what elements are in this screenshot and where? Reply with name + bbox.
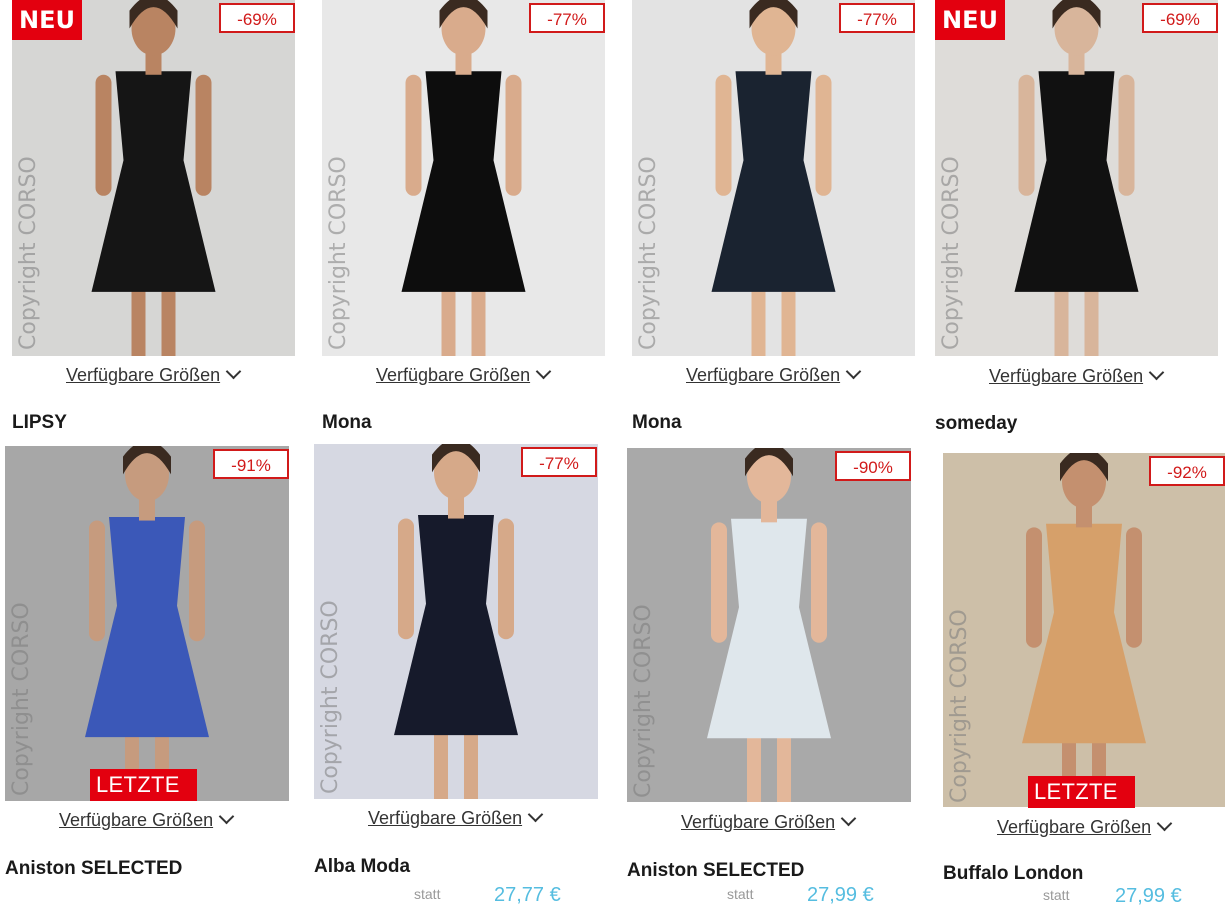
brand-name[interactable]: LIPSY <box>12 412 67 434</box>
chevron-down-icon <box>1148 364 1165 381</box>
chevron-down-icon <box>535 363 552 380</box>
product-image[interactable] <box>943 453 1225 807</box>
product-photo-illustration <box>943 453 1225 807</box>
available-sizes-toggle[interactable]: Verfügbare Größen <box>368 806 544 829</box>
discount-badge: -77% <box>521 447 597 477</box>
copyright-watermark: Copyright CORSO <box>939 156 964 350</box>
product-photo-illustration <box>322 0 605 356</box>
copyright-watermark: Copyright CORSO <box>318 600 343 794</box>
discount-badge: -77% <box>529 3 605 33</box>
product-photo-illustration <box>314 444 598 799</box>
last-chance-badge: LETZTE CHANCE <box>1028 776 1135 836</box>
old-price-label: statt <box>1043 887 1070 903</box>
available-sizes-label: Verfügbare Größen <box>66 365 221 385</box>
brand-name[interactable]: someday <box>935 413 1017 435</box>
available-sizes-label: Verfügbare Größen <box>686 365 841 385</box>
brand-name[interactable]: Aniston SELECTED <box>627 860 804 882</box>
brand-name[interactable]: Mona <box>632 412 682 434</box>
brand-name[interactable]: Alba Moda <box>314 856 410 878</box>
product-photo-illustration <box>627 448 911 802</box>
discount-badge: -91% <box>213 449 289 479</box>
brand-name[interactable]: Aniston SELECTED <box>5 858 182 880</box>
available-sizes-toggle[interactable]: Verfügbare Größen <box>681 810 857 833</box>
available-sizes-label: Verfügbare Größen <box>681 812 836 832</box>
discount-badge: -77% <box>839 3 915 33</box>
product-photo-illustration <box>935 0 1218 356</box>
product-image[interactable] <box>5 446 289 801</box>
brand-name[interactable]: Mona <box>322 412 372 434</box>
product-photo-illustration <box>5 446 289 801</box>
product-image[interactable] <box>12 0 295 356</box>
available-sizes-label: Verfügbare Größen <box>59 810 214 830</box>
available-sizes-toggle[interactable]: Verfügbare Größen <box>997 815 1173 838</box>
chevron-down-icon <box>527 806 544 823</box>
price: 27,77 € <box>494 884 561 906</box>
chevron-down-icon <box>1156 815 1173 832</box>
product-image[interactable] <box>314 444 598 799</box>
old-price-label: statt <box>414 886 441 902</box>
product-image[interactable] <box>935 0 1218 356</box>
available-sizes-label: Verfügbare Größen <box>989 366 1144 386</box>
copyright-watermark: Copyright CORSO <box>9 602 34 796</box>
chevron-down-icon <box>840 810 857 827</box>
last-chance-badge: LETZTE CHANCE <box>90 769 197 829</box>
product-photo-illustration <box>632 0 915 356</box>
chevron-down-icon <box>218 808 235 825</box>
available-sizes-label: Verfügbare Größen <box>368 808 523 828</box>
available-sizes-toggle[interactable]: Verfügbare Größen <box>376 363 552 386</box>
product-image[interactable] <box>632 0 915 356</box>
chevron-down-icon <box>845 363 862 380</box>
product-image[interactable] <box>322 0 605 356</box>
discount-badge: -92% <box>1149 456 1225 486</box>
copyright-watermark: Copyright CORSO <box>16 156 41 350</box>
discount-badge: -90% <box>835 451 911 481</box>
available-sizes-label: Verfügbare Größen <box>376 365 531 385</box>
price: 27,99 € <box>807 884 874 906</box>
new-badge: NEU <box>935 0 1005 40</box>
product-photo-illustration <box>12 0 295 356</box>
available-sizes-toggle[interactable]: Verfügbare Größen <box>59 808 235 831</box>
price: 27,99 € <box>1115 885 1182 907</box>
product-image[interactable] <box>627 448 911 802</box>
copyright-watermark: Copyright CORSO <box>636 156 661 350</box>
available-sizes-label: Verfügbare Größen <box>997 817 1152 837</box>
chevron-down-icon <box>225 363 242 380</box>
available-sizes-toggle[interactable]: Verfügbare Größen <box>989 364 1165 387</box>
copyright-watermark: Copyright CORSO <box>326 156 351 350</box>
discount-badge: -69% <box>219 3 295 33</box>
new-badge: NEU <box>12 0 82 40</box>
copyright-watermark: Copyright CORSO <box>947 609 972 803</box>
available-sizes-toggle[interactable]: Verfügbare Größen <box>66 363 242 386</box>
brand-name[interactable]: Buffalo London <box>943 863 1083 885</box>
copyright-watermark: Copyright CORSO <box>631 604 656 798</box>
old-price-label: statt <box>727 886 754 902</box>
discount-badge: -69% <box>1142 3 1218 33</box>
available-sizes-toggle[interactable]: Verfügbare Größen <box>686 363 862 386</box>
